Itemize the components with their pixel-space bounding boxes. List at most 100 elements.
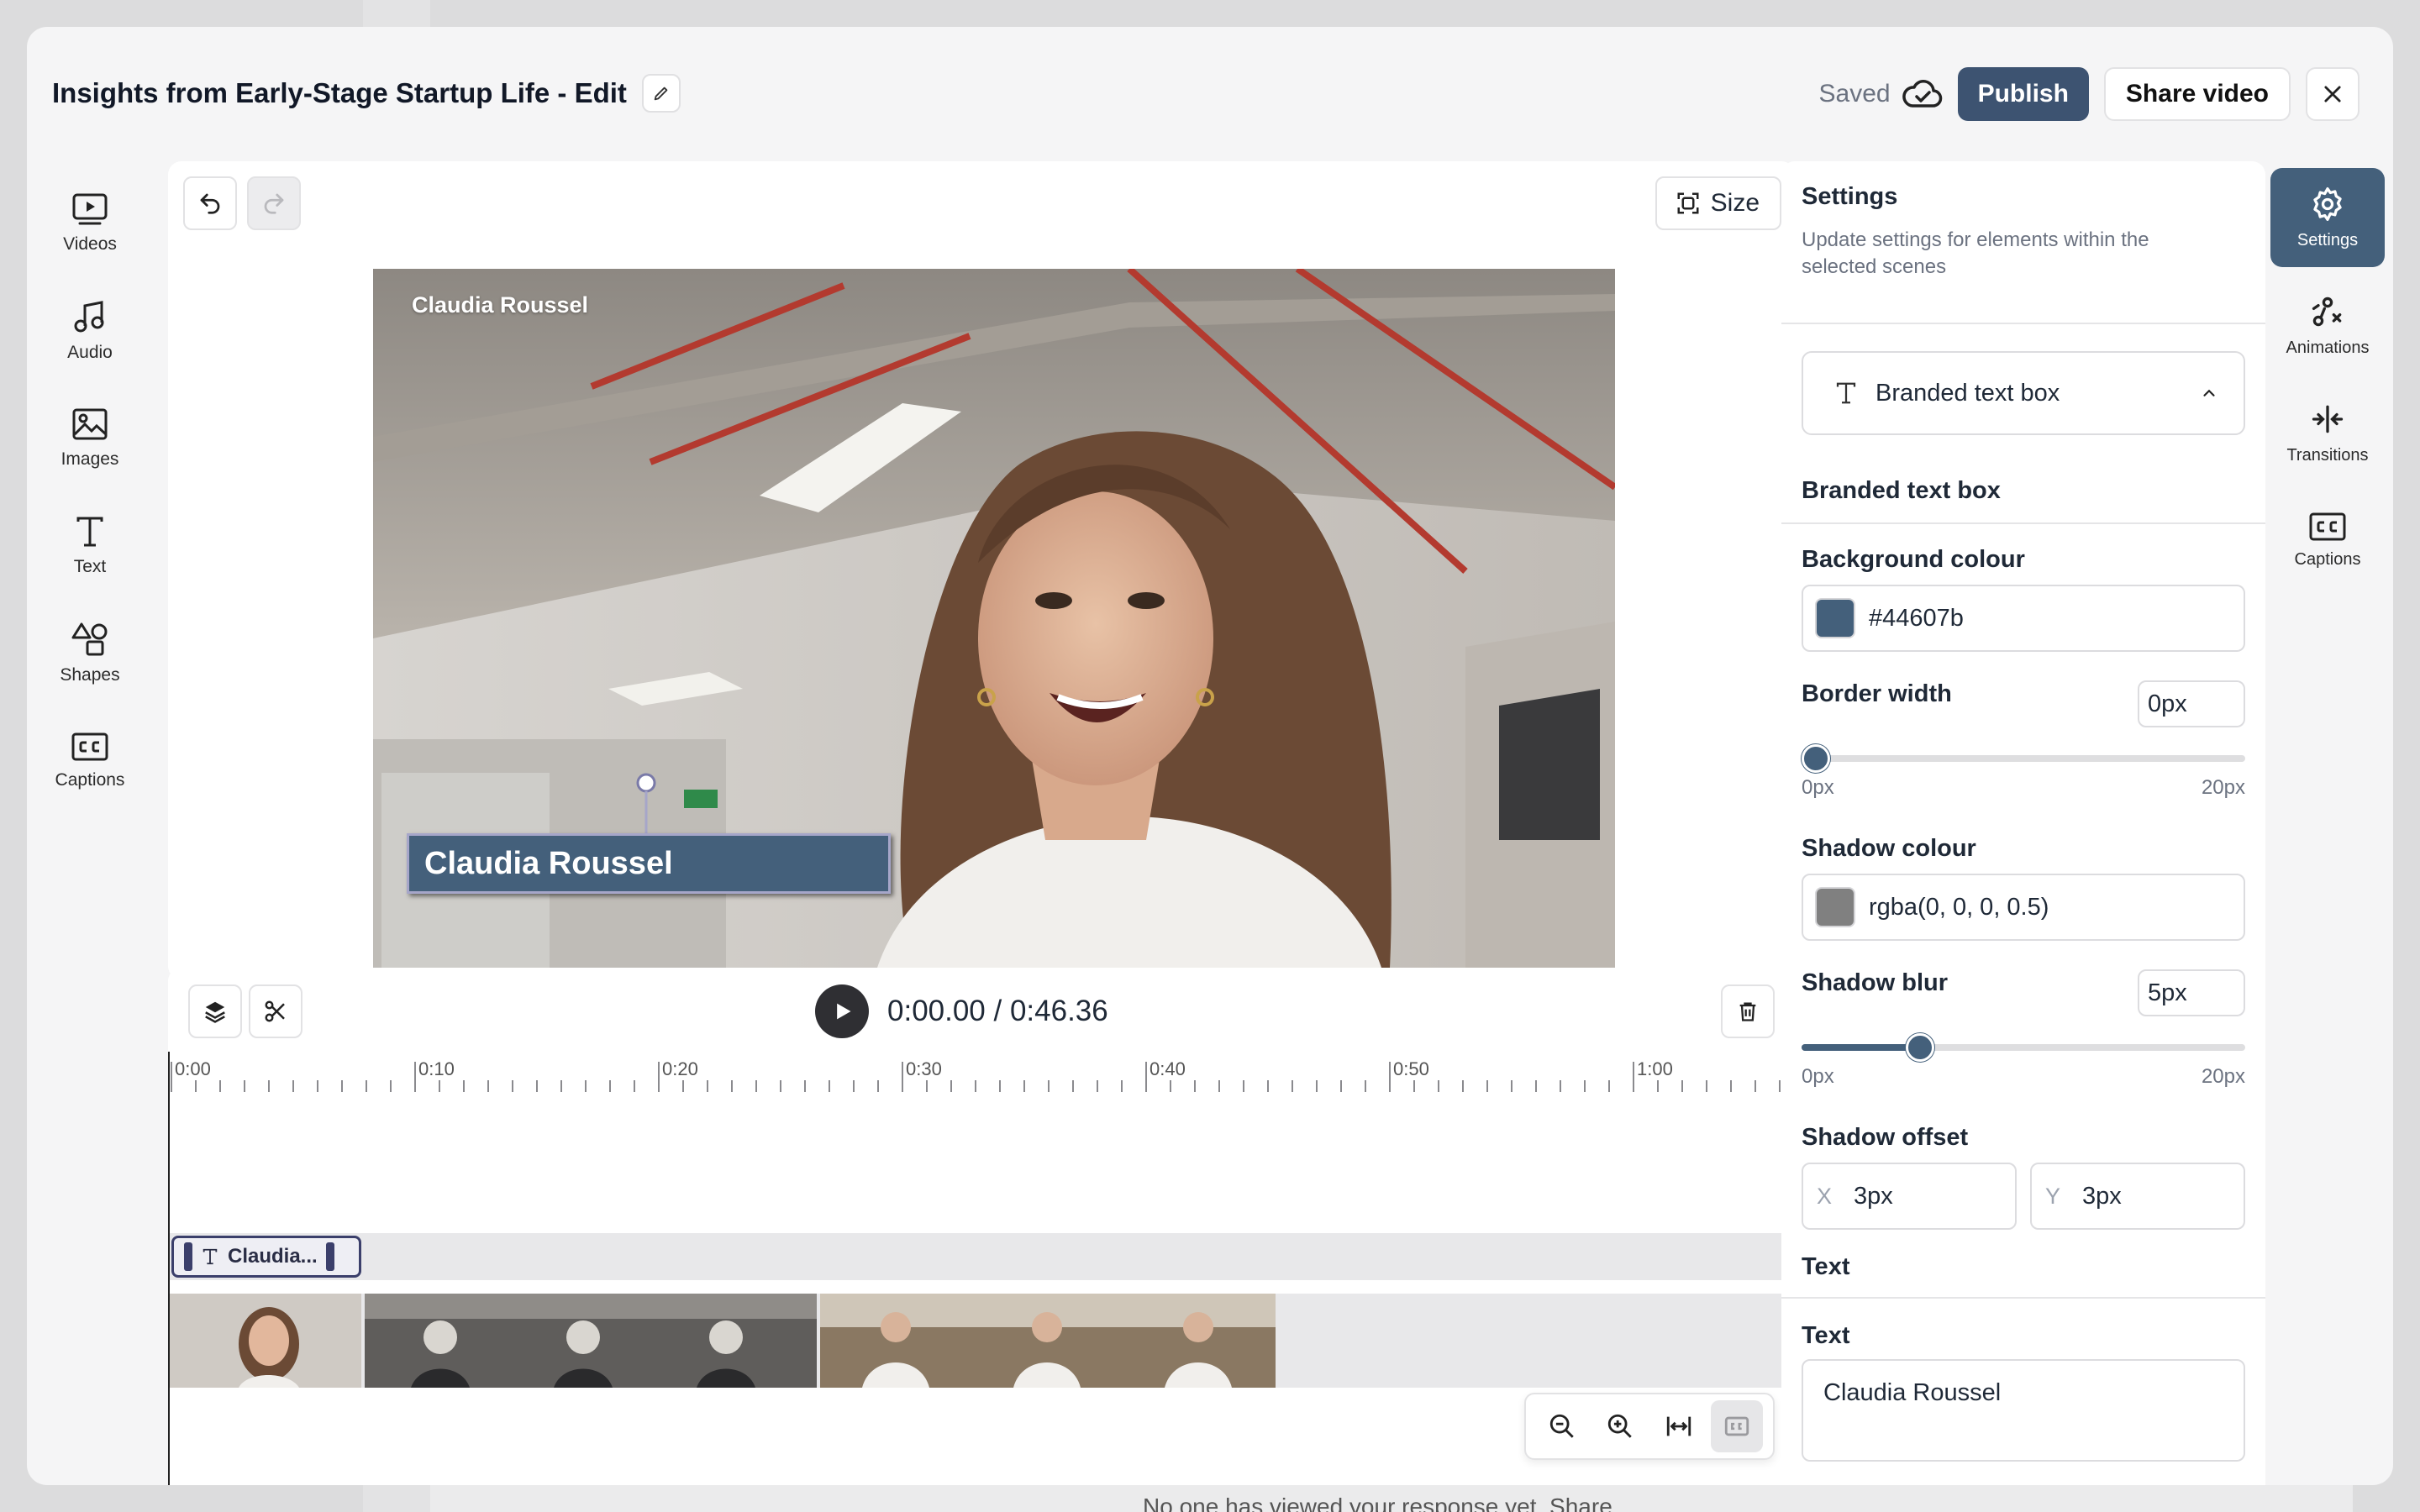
text-icon xyxy=(76,517,103,547)
settings-description: Update settings for elements within the … xyxy=(1802,228,2149,278)
playhead[interactable] xyxy=(168,1052,170,1485)
split-button[interactable] xyxy=(249,984,302,1038)
scissors-icon xyxy=(265,1000,285,1022)
text-clip-label: Claudia... xyxy=(228,1245,318,1268)
background-colour-field[interactable]: #44607b xyxy=(1802,585,2245,652)
shadow-colour-label: Shadow colour xyxy=(1802,835,1976,862)
nav-videos-label: Videos xyxy=(63,234,117,254)
text-input[interactable]: Claudia Roussel xyxy=(1802,1359,2245,1462)
shadow-colour-field[interactable]: rgba(0, 0, 0, 0.5) xyxy=(1802,874,2245,941)
tab-transitions[interactable]: Transitions xyxy=(2270,383,2385,482)
play-button[interactable] xyxy=(815,984,869,1038)
element-select-dropdown[interactable]: Branded text box xyxy=(1802,351,2245,435)
captions-icon xyxy=(71,732,108,761)
tab-settings-label: Settings xyxy=(2296,230,2359,249)
shadow-colour-swatch[interactable] xyxy=(1815,887,1855,927)
backdrop-text: No one has viewed your response yet. Sha… xyxy=(1143,1494,1612,1512)
pencil-icon xyxy=(654,87,668,101)
tab-animations-label: Animations xyxy=(2286,338,2370,357)
zoom-in-button[interactable] xyxy=(1594,1400,1646,1452)
border-width-input[interactable]: 0px xyxy=(2138,680,2245,727)
header-actions: Saved Publish Share video xyxy=(1819,67,2360,121)
nav-shapes[interactable]: Shapes xyxy=(27,600,153,707)
slider-thumb[interactable] xyxy=(1802,744,1830,773)
layers-icon xyxy=(205,1001,225,1023)
share-video-button[interactable]: Share video xyxy=(2103,67,2291,121)
zoom-in-icon xyxy=(1608,1414,1633,1438)
video-clip[interactable] xyxy=(365,1294,817,1388)
nav-shapes-label: Shapes xyxy=(60,665,120,685)
nav-captions[interactable]: Captions xyxy=(27,707,153,815)
shadow-blur-input[interactable]: 5px xyxy=(2138,969,2245,1016)
range-max-label: 20px xyxy=(2201,1065,2245,1088)
timeline-panel: 0:00.00 / 0:46.36 0:00 0:10 0:20 0:30 0:40 0:… xyxy=(168,968,1795,1485)
shadow-offset-x-input[interactable]: X 3px xyxy=(1802,1163,2017,1230)
captions-off-icon xyxy=(1725,1416,1749,1436)
settings-title: Settings xyxy=(1802,183,1898,210)
video-play-icon xyxy=(72,193,108,225)
divider xyxy=(1781,1297,2265,1299)
shadow-blur-range: 0px 20px xyxy=(1802,1065,2245,1089)
nav-videos[interactable]: Videos xyxy=(27,170,153,277)
right-toolbar: Settings Animations Transitions Captions xyxy=(2270,168,2385,598)
border-width-label: Border width xyxy=(1802,680,1952,707)
publish-button[interactable]: Publish xyxy=(1957,67,2089,121)
nav-audio[interactable]: Audio xyxy=(27,277,153,385)
clip-thumbnail xyxy=(168,1294,361,1388)
trash-icon xyxy=(1739,1002,1756,1021)
close-button[interactable] xyxy=(2306,67,2360,121)
layers-button[interactable] xyxy=(188,984,242,1038)
video-clip[interactable] xyxy=(820,1294,1276,1388)
captions-toggle-button[interactable] xyxy=(1711,1400,1764,1452)
axis-y-label: Y xyxy=(2045,1183,2061,1209)
speaker-name-overlay: Claudia Roussel xyxy=(412,292,589,318)
slider-thumb[interactable] xyxy=(1905,1033,1934,1062)
transitions-icon xyxy=(2312,405,2344,433)
animations-icon xyxy=(2312,297,2342,326)
canvas-panel: Size Claudia Roussel Claudia Roussel xyxy=(168,161,1795,979)
video-track xyxy=(168,1294,1795,1388)
video-clip[interactable] xyxy=(168,1294,361,1388)
undo-button[interactable] xyxy=(183,176,237,230)
tab-settings[interactable]: Settings xyxy=(2270,168,2385,267)
text-field-label: Text xyxy=(1802,1322,1850,1349)
shadow-blur-slider[interactable] xyxy=(1802,1032,2245,1062)
edit-title-button[interactable] xyxy=(641,74,681,113)
clip-trim-handle-right[interactable] xyxy=(325,1242,334,1271)
play-icon xyxy=(837,1003,851,1020)
clip-trim-handle-left[interactable] xyxy=(184,1242,192,1271)
text-clip[interactable]: Claudia... xyxy=(171,1236,361,1278)
size-label: Size xyxy=(1710,189,1760,217)
zoom-out-button[interactable] xyxy=(1536,1400,1588,1452)
video-preview[interactable]: Claudia Roussel Claudia Roussel xyxy=(373,269,1615,968)
editor-header: Insights from Early-Stage Startup Life -… xyxy=(52,74,681,113)
slider-fill xyxy=(1802,1044,1920,1051)
cloud-check-icon xyxy=(1902,80,1942,108)
size-button[interactable]: Size xyxy=(1655,176,1781,230)
ruler-tick-label: 0:40 xyxy=(1150,1058,1186,1079)
nav-images-label: Images xyxy=(60,449,119,469)
text-icon xyxy=(203,1248,218,1265)
background-colour-swatch[interactable] xyxy=(1815,598,1855,638)
captions-icon xyxy=(2309,512,2346,540)
tab-captions[interactable]: Captions xyxy=(2270,491,2385,590)
nav-audio-label: Audio xyxy=(67,343,113,362)
text-section-heading: Text xyxy=(1802,1253,1850,1280)
shadow-colour-value: rgba(0, 0, 0, 0.5) xyxy=(1869,893,2049,921)
branded-text-box[interactable]: Claudia Roussel xyxy=(407,833,891,894)
slider-track xyxy=(1802,755,2245,762)
timeline-ruler[interactable]: 0:00 0:10 0:20 0:30 0:40 0:50 1:00 xyxy=(168,1052,1795,1102)
delete-button[interactable] xyxy=(1721,984,1775,1038)
border-width-slider[interactable] xyxy=(1802,743,2245,773)
redo-button[interactable] xyxy=(247,176,301,230)
playback-controls: 0:00.00 / 0:46.36 xyxy=(815,984,1108,1038)
gear-icon xyxy=(2313,186,2342,221)
tab-animations[interactable]: Animations xyxy=(2270,276,2385,375)
shadow-offset-y-input[interactable]: Y 3px xyxy=(2030,1163,2245,1230)
nav-images[interactable]: Images xyxy=(27,385,153,492)
offset-y-value: 3px xyxy=(2082,1182,2122,1210)
fit-timeline-button[interactable] xyxy=(1653,1400,1705,1452)
section-heading: Branded text box xyxy=(1802,477,2001,504)
nav-text[interactable]: Text xyxy=(27,492,153,600)
timecode: 0:00.00 / 0:46.36 xyxy=(887,995,1108,1027)
